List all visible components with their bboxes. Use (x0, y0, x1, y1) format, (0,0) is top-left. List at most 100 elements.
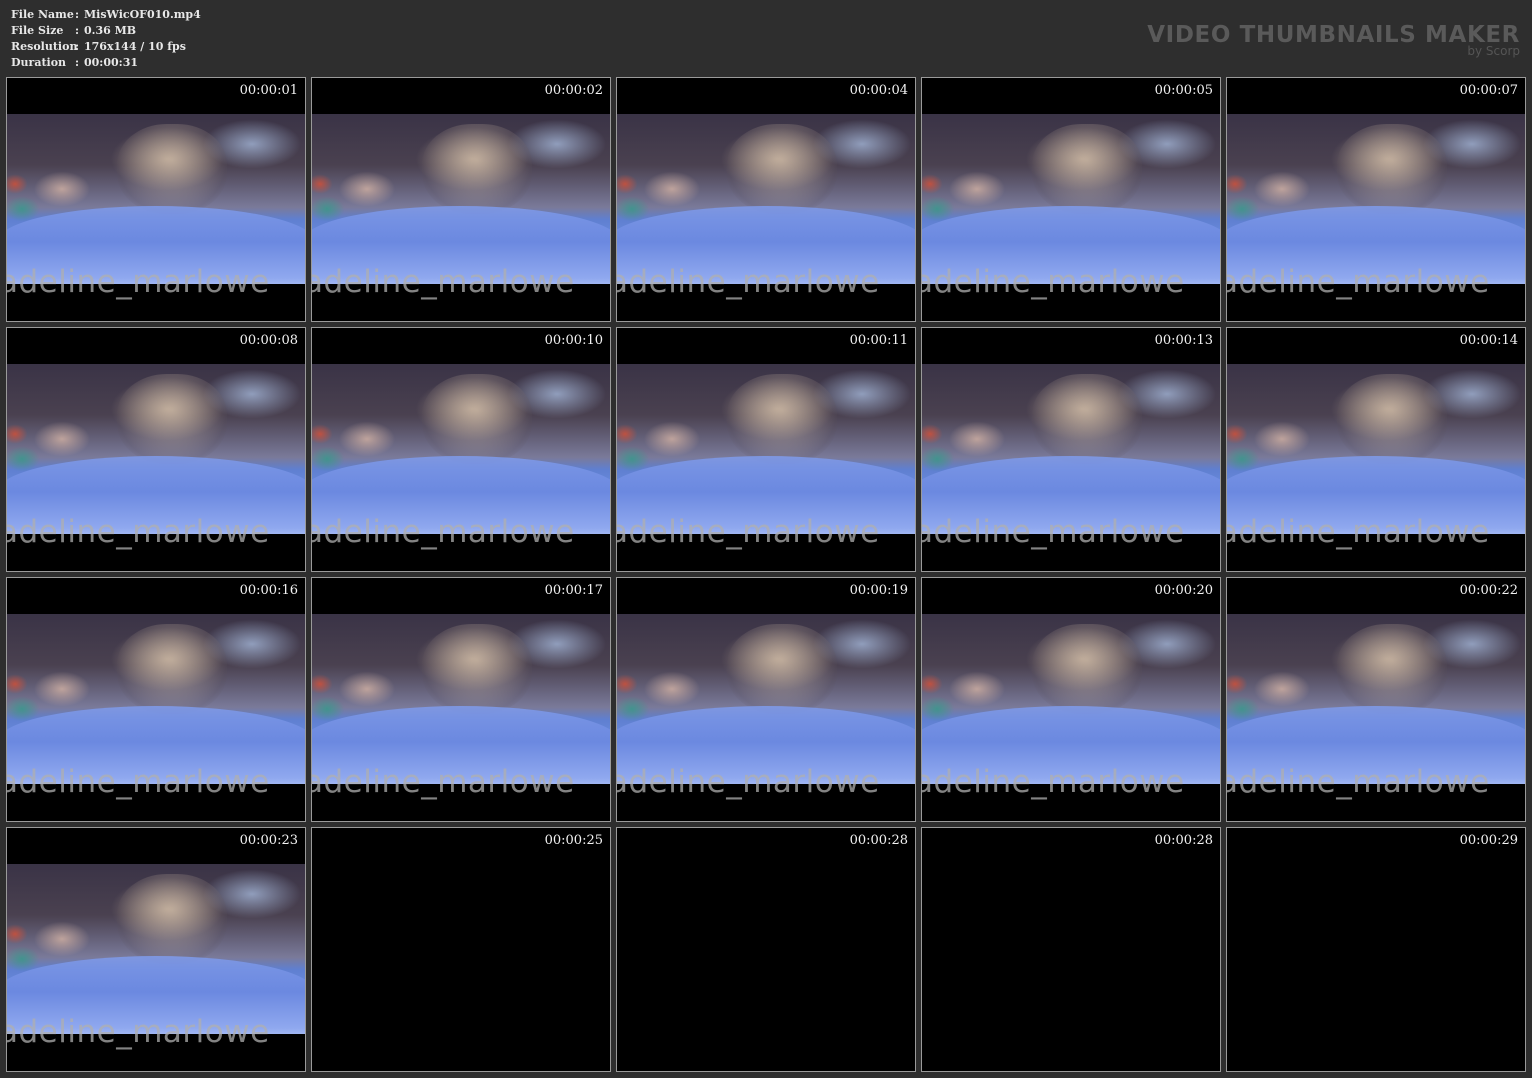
frame-subject (1337, 624, 1447, 714)
watermark-text: adeline_marlowe (1226, 764, 1490, 800)
watermark-text: adeline_marlowe (6, 1014, 270, 1050)
thumbnail-tile[interactable]: 00:00:25 (311, 827, 611, 1072)
info-key: Resolution (11, 40, 78, 53)
video-frame-image (312, 614, 610, 784)
watermark-text: adeline_marlowe (311, 514, 575, 550)
thumbnail-tile[interactable]: adeline_marlowe 00:00:08 (6, 327, 306, 572)
info-value: MisWicOF010.mp4 (84, 8, 201, 21)
thumbnail-tile[interactable]: adeline_marlowe 00:00:19 (616, 577, 916, 822)
brand-logo: VIDEO THUMBNAILS MAKER by Scorp (1147, 20, 1520, 58)
watermark-text: adeline_marlowe (616, 764, 880, 800)
info-row-file-name: File Name : MisWicOF010.mp4 (11, 7, 201, 23)
frame-subject (422, 124, 532, 214)
thumbnail-tile[interactable]: adeline_marlowe 00:00:07 (1226, 77, 1526, 322)
thumbnail-timestamp: 00:00:08 (239, 333, 298, 348)
video-frame-image (922, 614, 1220, 784)
frame-subject (1032, 124, 1142, 214)
thumbnail-timestamp: 00:00:28 (1154, 833, 1213, 848)
thumbnail-tile[interactable]: adeline_marlowe 00:00:23 (6, 827, 306, 1072)
video-frame-image (7, 114, 305, 284)
thumbnail-tile[interactable]: adeline_marlowe 00:00:13 (921, 327, 1221, 572)
thumbnail-timestamp: 00:00:07 (1459, 83, 1518, 98)
thumbnail-tile[interactable]: adeline_marlowe 00:00:01 (6, 77, 306, 322)
watermark-text: adeline_marlowe (921, 264, 1185, 300)
watermark-text: adeline_marlowe (616, 514, 880, 550)
thumbnail-timestamp: 00:00:01 (239, 83, 298, 98)
info-value: 0.36 MB (84, 24, 137, 37)
watermark-text: adeline_marlowe (6, 264, 270, 300)
file-info-panel: File Name : MisWicOF010.mp4 File Size : … (11, 7, 201, 71)
thumbnail-tile[interactable]: adeline_marlowe 00:00:04 (616, 77, 916, 322)
thumbnail-timestamp: 00:00:23 (239, 833, 298, 848)
video-frame-image (7, 364, 305, 534)
watermark-text: adeline_marlowe (6, 764, 270, 800)
info-key: File Name (11, 8, 74, 21)
video-frame-image (7, 864, 305, 1034)
thumbnail-timestamp: 00:00:14 (1459, 333, 1518, 348)
thumbnail-timestamp: 00:00:13 (1154, 333, 1213, 348)
thumbnail-timestamp: 00:00:04 (849, 83, 908, 98)
thumbnail-tile[interactable]: adeline_marlowe 00:00:14 (1226, 327, 1526, 572)
frame-subject (1032, 624, 1142, 714)
frame-subject (117, 374, 227, 464)
thumbnail-timestamp: 00:00:22 (1459, 583, 1518, 598)
watermark-text: adeline_marlowe (921, 514, 1185, 550)
thumbnail-tile[interactable]: adeline_marlowe 00:00:20 (921, 577, 1221, 822)
thumbnail-tile[interactable]: adeline_marlowe 00:00:17 (311, 577, 611, 822)
info-separator: : (75, 40, 80, 53)
thumbnail-grid: adeline_marlowe 00:00:01 adeline_marlowe 00… (6, 77, 1526, 1072)
thumbnail-timestamp: 00:00:25 (544, 833, 603, 848)
thumbnail-tile[interactable]: adeline_marlowe 00:00:10 (311, 327, 611, 572)
thumbnail-timestamp: 00:00:28 (849, 833, 908, 848)
video-frame-image (1227, 114, 1525, 284)
video-frame-image (922, 364, 1220, 534)
info-row-resolution: Resolution : 176x144 / 10 fps (11, 39, 201, 55)
info-row-file-size: File Size : 0.36 MB (11, 23, 201, 39)
info-row-duration: Duration : 00:00:31 (11, 55, 201, 71)
thumbnail-timestamp: 00:00:16 (239, 583, 298, 598)
thumbnail-tile[interactable]: adeline_marlowe 00:00:22 (1226, 577, 1526, 822)
frame-subject (422, 624, 532, 714)
info-value: 00:00:31 (84, 56, 139, 69)
watermark-text: adeline_marlowe (6, 514, 270, 550)
thumbnail-tile[interactable]: 00:00:28 (616, 827, 916, 1072)
thumbnail-tile[interactable]: adeline_marlowe 00:00:02 (311, 77, 611, 322)
frame-subject (1337, 374, 1447, 464)
video-frame-image (312, 364, 610, 534)
info-separator: : (75, 24, 80, 37)
thumbnail-tile[interactable]: adeline_marlowe 00:00:11 (616, 327, 916, 572)
info-key: Duration (11, 56, 67, 69)
frame-subject (727, 124, 837, 214)
thumbnail-timestamp: 00:00:05 (1154, 83, 1213, 98)
thumbnail-tile[interactable]: adeline_marlowe 00:00:16 (6, 577, 306, 822)
thumbnail-tile[interactable]: 00:00:29 (1226, 827, 1526, 1072)
thumbnail-timestamp: 00:00:10 (544, 333, 603, 348)
frame-subject (117, 624, 227, 714)
watermark-text: adeline_marlowe (311, 264, 575, 300)
watermark-text: adeline_marlowe (616, 264, 880, 300)
video-frame-image (617, 364, 915, 534)
watermark-text: adeline_marlowe (1226, 514, 1490, 550)
thumbnail-timestamp: 00:00:02 (544, 83, 603, 98)
thumbnail-timestamp: 00:00:20 (1154, 583, 1213, 598)
frame-subject (117, 124, 227, 214)
frame-subject (1337, 124, 1447, 214)
thumbnail-tile[interactable]: adeline_marlowe 00:00:05 (921, 77, 1221, 322)
brand-title: VIDEO THUMBNAILS MAKER (1147, 22, 1520, 48)
thumbnail-tile[interactable]: 00:00:28 (921, 827, 1221, 1072)
watermark-text: adeline_marlowe (1226, 264, 1490, 300)
video-frame-image (1227, 364, 1525, 534)
frame-subject (727, 624, 837, 714)
frame-subject (727, 374, 837, 464)
info-separator: : (75, 56, 80, 69)
frame-subject (422, 374, 532, 464)
watermark-text: adeline_marlowe (921, 764, 1185, 800)
video-frame-image (7, 614, 305, 784)
video-frame-image (922, 114, 1220, 284)
thumbnail-timestamp: 00:00:17 (544, 583, 603, 598)
video-frame-image (1227, 614, 1525, 784)
watermark-text: adeline_marlowe (311, 764, 575, 800)
video-frame-image (312, 114, 610, 284)
info-key: File Size (11, 24, 64, 37)
thumbnail-timestamp: 00:00:19 (849, 583, 908, 598)
